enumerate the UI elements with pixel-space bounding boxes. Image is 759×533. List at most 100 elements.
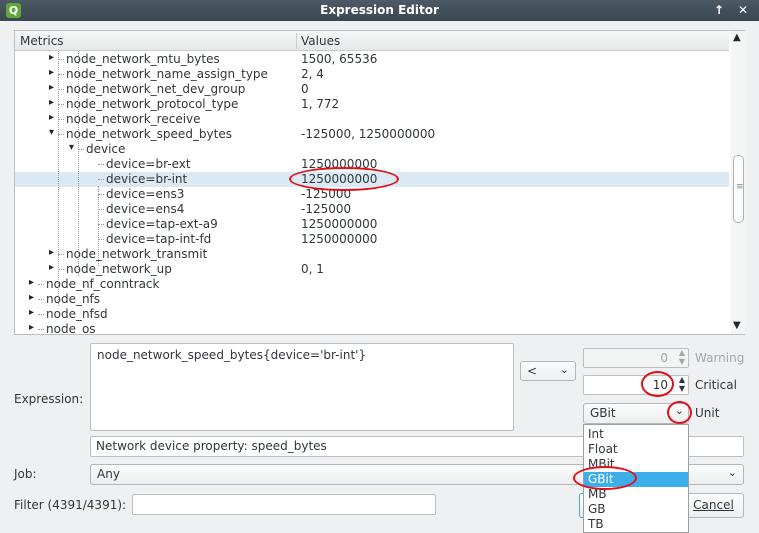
metrics-tree[interactable]: Metrics Values ▸ node_network_mtu_bytes 15… <box>14 30 745 335</box>
unit-option[interactable]: GB <box>584 502 688 517</box>
tree-row-label: device=tap-ext-a9 <box>106 217 218 231</box>
tree-row-label: node_network_speed_bytes <box>66 127 232 141</box>
keep-above-button[interactable]: ↑ <box>711 3 727 18</box>
expand-arrow-icon[interactable]: ▸ <box>29 277 34 288</box>
chevron-down-icon: ⌄ <box>727 466 737 479</box>
tree-row-label: node_os <box>46 322 96 334</box>
unit-value: GBit <box>590 406 616 420</box>
expand-arrow-icon[interactable]: ▸ <box>29 307 34 318</box>
tree-row-label: device <box>86 142 126 156</box>
warning-value: 0 <box>660 351 668 365</box>
unit-dropdown-list[interactable]: Int Float MBit GBit MB GB TB <box>583 424 689 533</box>
description-text: Network device property: speed_bytes <box>96 439 327 453</box>
tree-row[interactable]: ▸ node_network_up 0, 1 <box>15 262 729 277</box>
unit-option[interactable]: MB <box>584 487 688 502</box>
tree-row-value: 0, 1 <box>301 262 324 276</box>
tree-row-value: 1250000000 <box>301 157 378 171</box>
tree-row[interactable]: ▸ node_nfsd <box>15 307 729 322</box>
filter-input[interactable] <box>132 494 436 515</box>
chevron-down-icon: ⌄ <box>559 363 569 376</box>
tree-row-label: device=tap-int-fd <box>106 232 212 246</box>
cancel-button[interactable]: Cancel <box>683 493 744 518</box>
tree-row[interactable]: device=tap-ext-a9 1250000000 <box>15 217 729 232</box>
tree-row[interactable]: ▸ node_nfs <box>15 292 729 307</box>
tree-row[interactable]: ▸ node_network_protocol_type 1, 772 <box>15 97 729 112</box>
tree-row[interactable]: ▸ node_network_net_dev_group 0 <box>15 82 729 97</box>
tree-row[interactable]: ▸ node_os <box>15 322 729 334</box>
expand-arrow-icon[interactable]: ▸ <box>49 112 54 123</box>
tree-row-value: 2, 4 <box>301 67 324 81</box>
expand-arrow-icon[interactable]: ▸ <box>49 82 54 93</box>
tree-row-value: 1500, 65536 <box>301 52 378 66</box>
tree-row[interactable]: ▸ node_network_transmit <box>15 247 729 262</box>
unit-option[interactable]: Int <box>584 427 688 442</box>
critical-label: Critical <box>695 378 737 392</box>
expand-arrow-icon[interactable]: ▸ <box>49 262 54 273</box>
unit-option[interactable]: TB <box>584 517 688 532</box>
column-header-values[interactable]: Values <box>301 34 340 48</box>
unit-label: Unit <box>695 406 720 420</box>
tree-row-value: -125000 <box>301 202 352 216</box>
expand-arrow-icon[interactable]: ▸ <box>49 97 54 108</box>
collapse-arrow-icon[interactable]: ▾ <box>49 127 54 138</box>
tree-row-value: 1250000000 <box>301 232 378 246</box>
tree-row-label: node_network_up <box>66 262 172 276</box>
tree-row[interactable]: device=br-int 1250000000 <box>15 172 729 187</box>
expand-arrow-icon[interactable]: ▸ <box>49 52 54 63</box>
expand-arrow-icon[interactable]: ▸ <box>49 247 54 258</box>
scroll-down-icon[interactable]: ▼ <box>733 320 741 331</box>
tree-row[interactable]: ▸ node_network_mtu_bytes 1500, 65536 <box>15 52 729 67</box>
critical-spinbox[interactable]: 10 ▲ ▼ <box>583 375 689 395</box>
tree-header: Metrics Values <box>15 31 729 51</box>
tree-row[interactable]: ▸ node_network_receive <box>15 112 729 127</box>
tree-row-value: -125000 <box>301 187 352 201</box>
expand-arrow-icon[interactable]: ▸ <box>29 322 34 333</box>
tree-row-label: node_network_name_assign_type <box>66 67 268 81</box>
spin-arrows-icon[interactable]: ▲ ▼ <box>679 375 685 393</box>
tree-row-label: node_nfsd <box>46 307 108 321</box>
expand-arrow-icon[interactable]: ▸ <box>49 67 54 78</box>
tree-row[interactable]: ▸ node_network_name_assign_type 2, 4 <box>15 67 729 82</box>
unit-option[interactable]: GBit <box>584 472 688 487</box>
tree-row[interactable]: ▾ node_network_speed_bytes -125000, 125000… <box>15 127 729 142</box>
unit-option[interactable]: Float <box>584 442 688 457</box>
warning-label: Warning <box>695 351 745 365</box>
unit-option[interactable]: MBit <box>584 457 688 472</box>
operator-value: < <box>527 364 538 378</box>
tree-row-value: 1, 772 <box>301 97 340 111</box>
operator-select[interactable]: < ⌄ <box>520 361 576 381</box>
tree-row-label: device=ens4 <box>106 202 185 216</box>
close-button[interactable]: ✕ <box>735 3 751 18</box>
tree-rows: ▸ node_network_mtu_bytes 1500, 65536 ▸ node_… <box>15 51 729 334</box>
expression-text: node_network_speed_bytes{device='br-int'… <box>97 348 367 362</box>
tree-row[interactable]: device=tap-int-fd 1250000000 <box>15 232 729 247</box>
tree-row[interactable]: ▾ device <box>15 142 729 157</box>
tree-row-label: device=br-int <box>106 172 188 186</box>
scroll-thumb[interactable]: ≡ <box>733 155 744 223</box>
expand-arrow-icon[interactable]: ▸ <box>29 292 34 303</box>
warning-spinbox: 0 ▲ ▼ <box>583 348 689 368</box>
tree-row[interactable]: device=ens4 -125000 <box>15 202 729 217</box>
critical-value: 10 <box>652 378 668 392</box>
tree-row-value: 1250000000 <box>301 172 378 186</box>
tree-row-label: device=ens3 <box>106 187 185 201</box>
filter-label: Filter (4391/4391): <box>14 498 127 512</box>
tree-row-value: -125000, 1250000000 <box>301 127 436 141</box>
column-header-metrics[interactable]: Metrics <box>20 34 64 48</box>
tree-row[interactable]: ▸ node_nf_conntrack <box>15 277 729 292</box>
tree-row-label: node_network_protocol_type <box>66 97 239 111</box>
tree-scrollbar[interactable]: ▲ ≡ ▼ <box>731 31 745 334</box>
chevron-down-icon[interactable]: ⌄ <box>675 404 684 417</box>
collapse-arrow-icon[interactable]: ▾ <box>69 142 74 153</box>
tree-row-label: device=br-ext <box>106 157 191 171</box>
tree-row[interactable]: device=ens3 -125000 <box>15 187 729 202</box>
title-bar: Q Expression Editor ↑ ✕ <box>0 0 759 21</box>
expression-label: Expression: <box>14 392 84 406</box>
tree-row-label: node_network_mtu_bytes <box>66 52 220 66</box>
unit-select[interactable]: GBit ⌄ <box>583 403 689 424</box>
job-value: Any <box>97 467 120 481</box>
tree-row[interactable]: device=br-ext 1250000000 <box>15 157 729 172</box>
expression-textarea[interactable]: node_network_speed_bytes{device='br-int'… <box>90 343 514 431</box>
scroll-up-icon[interactable]: ▲ <box>733 32 741 43</box>
tree-row-label: node_network_receive <box>66 112 201 126</box>
